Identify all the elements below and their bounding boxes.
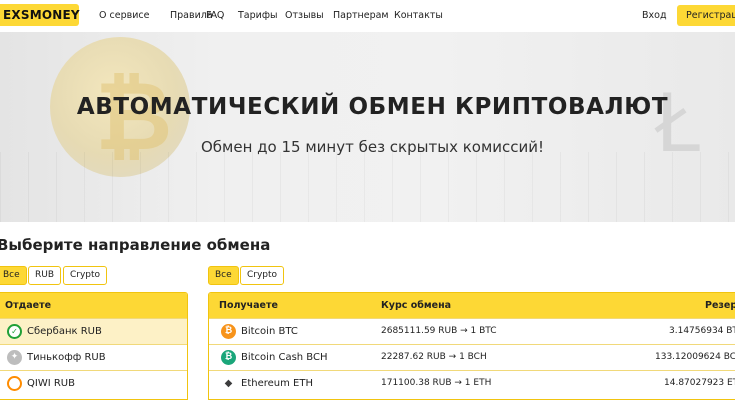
nav-link-faq[interactable]: FAQ <box>206 10 224 21</box>
give-row-sberbank[interactable]: ✓ Сбербанк RUB <box>0 318 187 344</box>
nav-link-reviews[interactable]: Отзывы <box>285 10 324 21</box>
give-column-header: Отдаете <box>5 300 52 311</box>
receive-column-header: Получаете <box>219 300 278 311</box>
give-row-qiwi[interactable]: QIWI RUB <box>0 370 187 396</box>
exchange-rate: 171100.38 RUB → 1 ETH <box>381 378 492 388</box>
get-row-bch[interactable]: ₿ Bitcoin Cash BCH 22287.62 RUB → 1 BCH … <box>209 344 735 370</box>
tinkoff-icon: ✦ <box>7 350 22 365</box>
ethereum-icon: ◆ <box>221 376 236 391</box>
give-table-header: Отдаете <box>0 293 187 318</box>
bitcoin-icon: ₿ <box>221 324 236 339</box>
nav-link-about[interactable]: О сервисе <box>99 10 149 21</box>
logo[interactable]: EXSMONEY <box>0 4 80 26</box>
get-table-header: Получаете Курс обмена Резерв <box>209 293 735 318</box>
get-filter-all[interactable]: Все <box>208 266 239 285</box>
nav-link-tariffs[interactable]: Тарифы <box>238 10 277 21</box>
give-filter-all[interactable]: Все <box>0 266 27 285</box>
get-row-eth[interactable]: ◆ Ethereum ETH 171100.38 RUB → 1 ETH 14.… <box>209 370 735 396</box>
hero-chart-background <box>0 152 735 222</box>
give-filter-crypto[interactable]: Crypto <box>63 266 108 285</box>
get-filter-crypto[interactable]: Crypto <box>240 266 285 285</box>
exchange-rate: 22287.62 RUB → 1 BCH <box>381 352 487 362</box>
hero-banner: ₿ Ł АВТОМАТИЧЕСКИЙ ОБМЕН КРИПТОВАЛЮТ Обм… <box>0 32 735 222</box>
reserve-amount: 14.87027923 ETH <box>664 378 735 388</box>
get-currency-table: Получаете Курс обмена Резерв ₿ Bitcoin B… <box>208 292 735 400</box>
give-currency-name: QIWI RUB <box>27 378 75 389</box>
nav-link-contacts[interactable]: Контакты <box>394 10 443 21</box>
get-currency-name: Bitcoin BTC <box>241 326 298 337</box>
get-currency-name: Bitcoin Cash BCH <box>241 352 328 363</box>
rate-column-header: Курс обмена <box>381 300 452 311</box>
hero-subtitle: Обмен до 15 минут без скрытых комиссий! <box>200 138 545 156</box>
give-row-tinkoff[interactable]: ✦ Тинькофф RUB <box>0 344 187 370</box>
exchange-direction-title: Выберите направление обмена <box>0 236 271 254</box>
reserve-amount: 3.14756934 BTC <box>669 326 735 336</box>
reserve-column-header: Резерв <box>705 300 735 311</box>
give-filter-rub[interactable]: RUB <box>28 266 62 285</box>
get-row-btc[interactable]: ₿ Bitcoin BTC 2685111.59 RUB → 1 BTC 3.1… <box>209 318 735 344</box>
register-button[interactable]: Регистрация <box>677 5 735 26</box>
login-link[interactable]: Вход <box>642 10 667 21</box>
top-header: EXSMONEY О сервисе Правила FAQ Тарифы От… <box>0 0 735 32</box>
bitcoin-cash-icon: ₿ <box>221 350 236 365</box>
nav-link-partners[interactable]: Партнерам <box>333 10 389 21</box>
hero-title: АВТОМАТИЧЕСКИЙ ОБМЕН КРИПТОВАЛЮТ <box>76 94 669 120</box>
qiwi-icon <box>7 376 22 391</box>
get-currency-name: Ethereum ETH <box>241 378 313 389</box>
exchange-rate: 2685111.59 RUB → 1 BTC <box>381 326 497 336</box>
give-currency-table: Отдаете ✓ Сбербанк RUB ✦ Тинькофф RUB QI… <box>0 292 188 400</box>
sberbank-icon: ✓ <box>7 324 22 339</box>
give-currency-name: Тинькофф RUB <box>27 352 106 363</box>
reserve-amount: 133.12009624 BCH <box>655 352 735 362</box>
give-currency-name: Сбербанк RUB <box>27 326 102 337</box>
